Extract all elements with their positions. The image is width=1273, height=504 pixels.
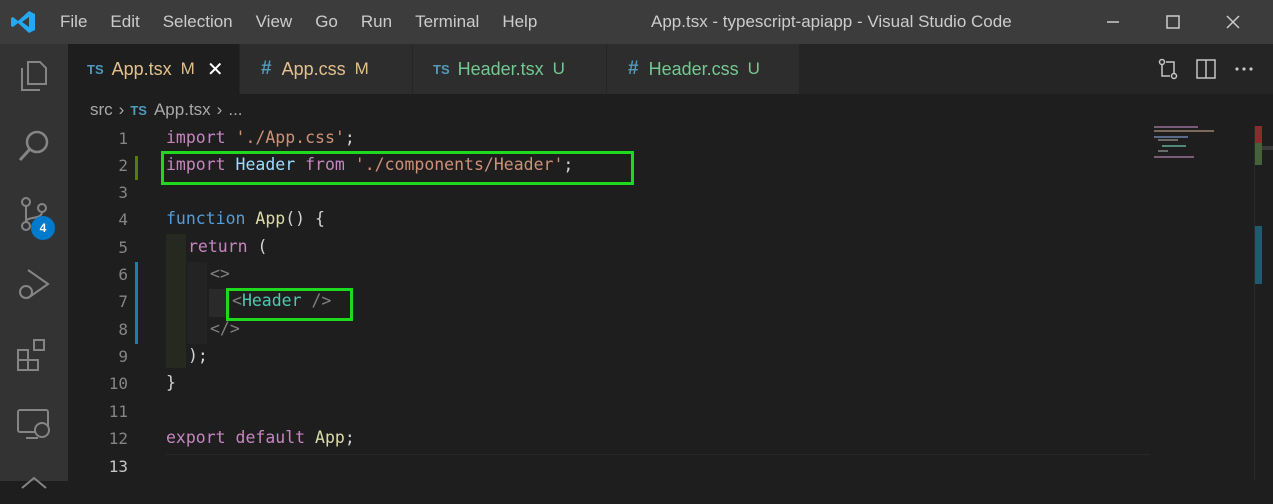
code-line-10: } xyxy=(166,373,176,392)
line-number: 13 xyxy=(108,457,128,476)
minimap[interactable] xyxy=(1150,126,1254,481)
remote-explorer-icon[interactable] xyxy=(14,404,54,444)
vscode-logo-icon xyxy=(11,11,35,33)
activity-bar: 4 xyxy=(0,44,68,489)
line-number: 3 xyxy=(118,183,128,202)
title-bar: File Edit Selection View Go Run Terminal… xyxy=(0,0,1273,44)
explorer-icon[interactable] xyxy=(14,56,54,96)
breadcrumb-file[interactable]: App.tsx xyxy=(154,100,211,120)
menu-run[interactable]: Run xyxy=(361,12,392,32)
chevron-right-icon: › xyxy=(118,100,125,119)
run-debug-icon[interactable] xyxy=(14,264,54,304)
open-changes-icon[interactable] xyxy=(1157,58,1179,80)
vertical-scrollbar[interactable] xyxy=(1254,126,1273,481)
editor-actions xyxy=(1143,44,1273,94)
code-line-8: </> xyxy=(210,319,240,338)
line-number: 2 xyxy=(118,156,128,175)
tab-status: M xyxy=(354,59,369,78)
typescript-icon: TS xyxy=(130,102,147,118)
highlight-import-header xyxy=(161,151,634,185)
maximize-icon[interactable] xyxy=(1143,0,1203,44)
git-modified-marker xyxy=(135,262,138,344)
extensions-icon[interactable] xyxy=(14,334,54,374)
search-icon[interactable] xyxy=(14,126,54,166)
line-number: 6 xyxy=(118,265,128,284)
tab-header-css[interactable]: # Header.css U xyxy=(607,44,800,94)
source-control-badge: 4 xyxy=(31,216,55,240)
menu-terminal[interactable]: Terminal xyxy=(415,12,479,32)
menu-go[interactable]: Go xyxy=(315,12,338,32)
tab-app-css[interactable]: # App.css M xyxy=(240,44,413,94)
line-number: 4 xyxy=(118,210,128,229)
code-line-4: function App() { xyxy=(166,209,325,228)
editor-tab-bar: TS App.tsx M ✕ # App.css M TS Header.tsx… xyxy=(68,44,1273,94)
menu-edit[interactable]: Edit xyxy=(110,12,139,32)
tab-status: U xyxy=(552,59,565,78)
menu-file[interactable]: File xyxy=(60,12,87,32)
close-window-icon[interactable] xyxy=(1203,0,1263,44)
accounts-icon[interactable] xyxy=(14,464,54,504)
close-tab-icon[interactable]: ✕ xyxy=(207,57,224,82)
git-added-marker xyxy=(135,156,138,180)
tab-label: App.tsx xyxy=(111,58,172,79)
breadcrumb: src › TS App.tsx › ... xyxy=(68,94,1273,126)
breadcrumb-more[interactable]: ... xyxy=(228,100,242,120)
more-actions-icon[interactable] xyxy=(1233,58,1255,80)
tab-label: App.css xyxy=(281,58,346,79)
menu-bar: File Edit Selection View Go Run Terminal… xyxy=(60,0,560,44)
window-title: App.tsx - typescript-apiapp - Visual Stu… xyxy=(651,12,1012,31)
minimize-icon[interactable] xyxy=(1083,0,1143,44)
tab-status: U xyxy=(747,59,760,78)
line-number: 10 xyxy=(108,374,128,393)
breadcrumb-folder[interactable]: src xyxy=(90,100,113,120)
tab-label: Header.css xyxy=(648,58,739,79)
line-number: 12 xyxy=(108,429,128,448)
tab-label: Header.tsx xyxy=(457,58,544,79)
code-line-1: import './App.css'; xyxy=(166,128,355,147)
typescript-icon: TS xyxy=(433,61,450,77)
menu-help[interactable]: Help xyxy=(502,12,537,32)
line-number: 5 xyxy=(118,238,128,257)
code-line-5: return ( xyxy=(188,237,268,256)
tab-header-tsx[interactable]: TS Header.tsx U xyxy=(413,44,607,94)
chevron-right-icon: › xyxy=(216,100,223,119)
highlight-header-tag xyxy=(226,288,353,321)
tab-status: M xyxy=(180,59,195,78)
css-icon: # xyxy=(261,58,272,79)
split-editor-icon[interactable] xyxy=(1195,58,1217,80)
line-number: 7 xyxy=(118,292,128,311)
tab-app-tsx[interactable]: TS App.tsx M ✕ xyxy=(68,44,240,94)
line-number: 8 xyxy=(118,320,128,339)
line-number: 9 xyxy=(118,347,128,366)
code-line-6: <> xyxy=(210,264,230,283)
line-number: 1 xyxy=(118,129,128,148)
code-line-9: ); xyxy=(188,346,208,365)
menu-view[interactable]: View xyxy=(256,12,293,32)
line-number: 11 xyxy=(108,402,128,421)
css-icon: # xyxy=(628,58,639,79)
typescript-icon: TS xyxy=(87,61,104,77)
menu-selection[interactable]: Selection xyxy=(163,12,233,32)
code-line-12: export default App; xyxy=(166,428,355,447)
code-editor[interactable]: 1 2 3 4 5 6 7 8 9 10 11 12 13 import './… xyxy=(68,126,1254,481)
